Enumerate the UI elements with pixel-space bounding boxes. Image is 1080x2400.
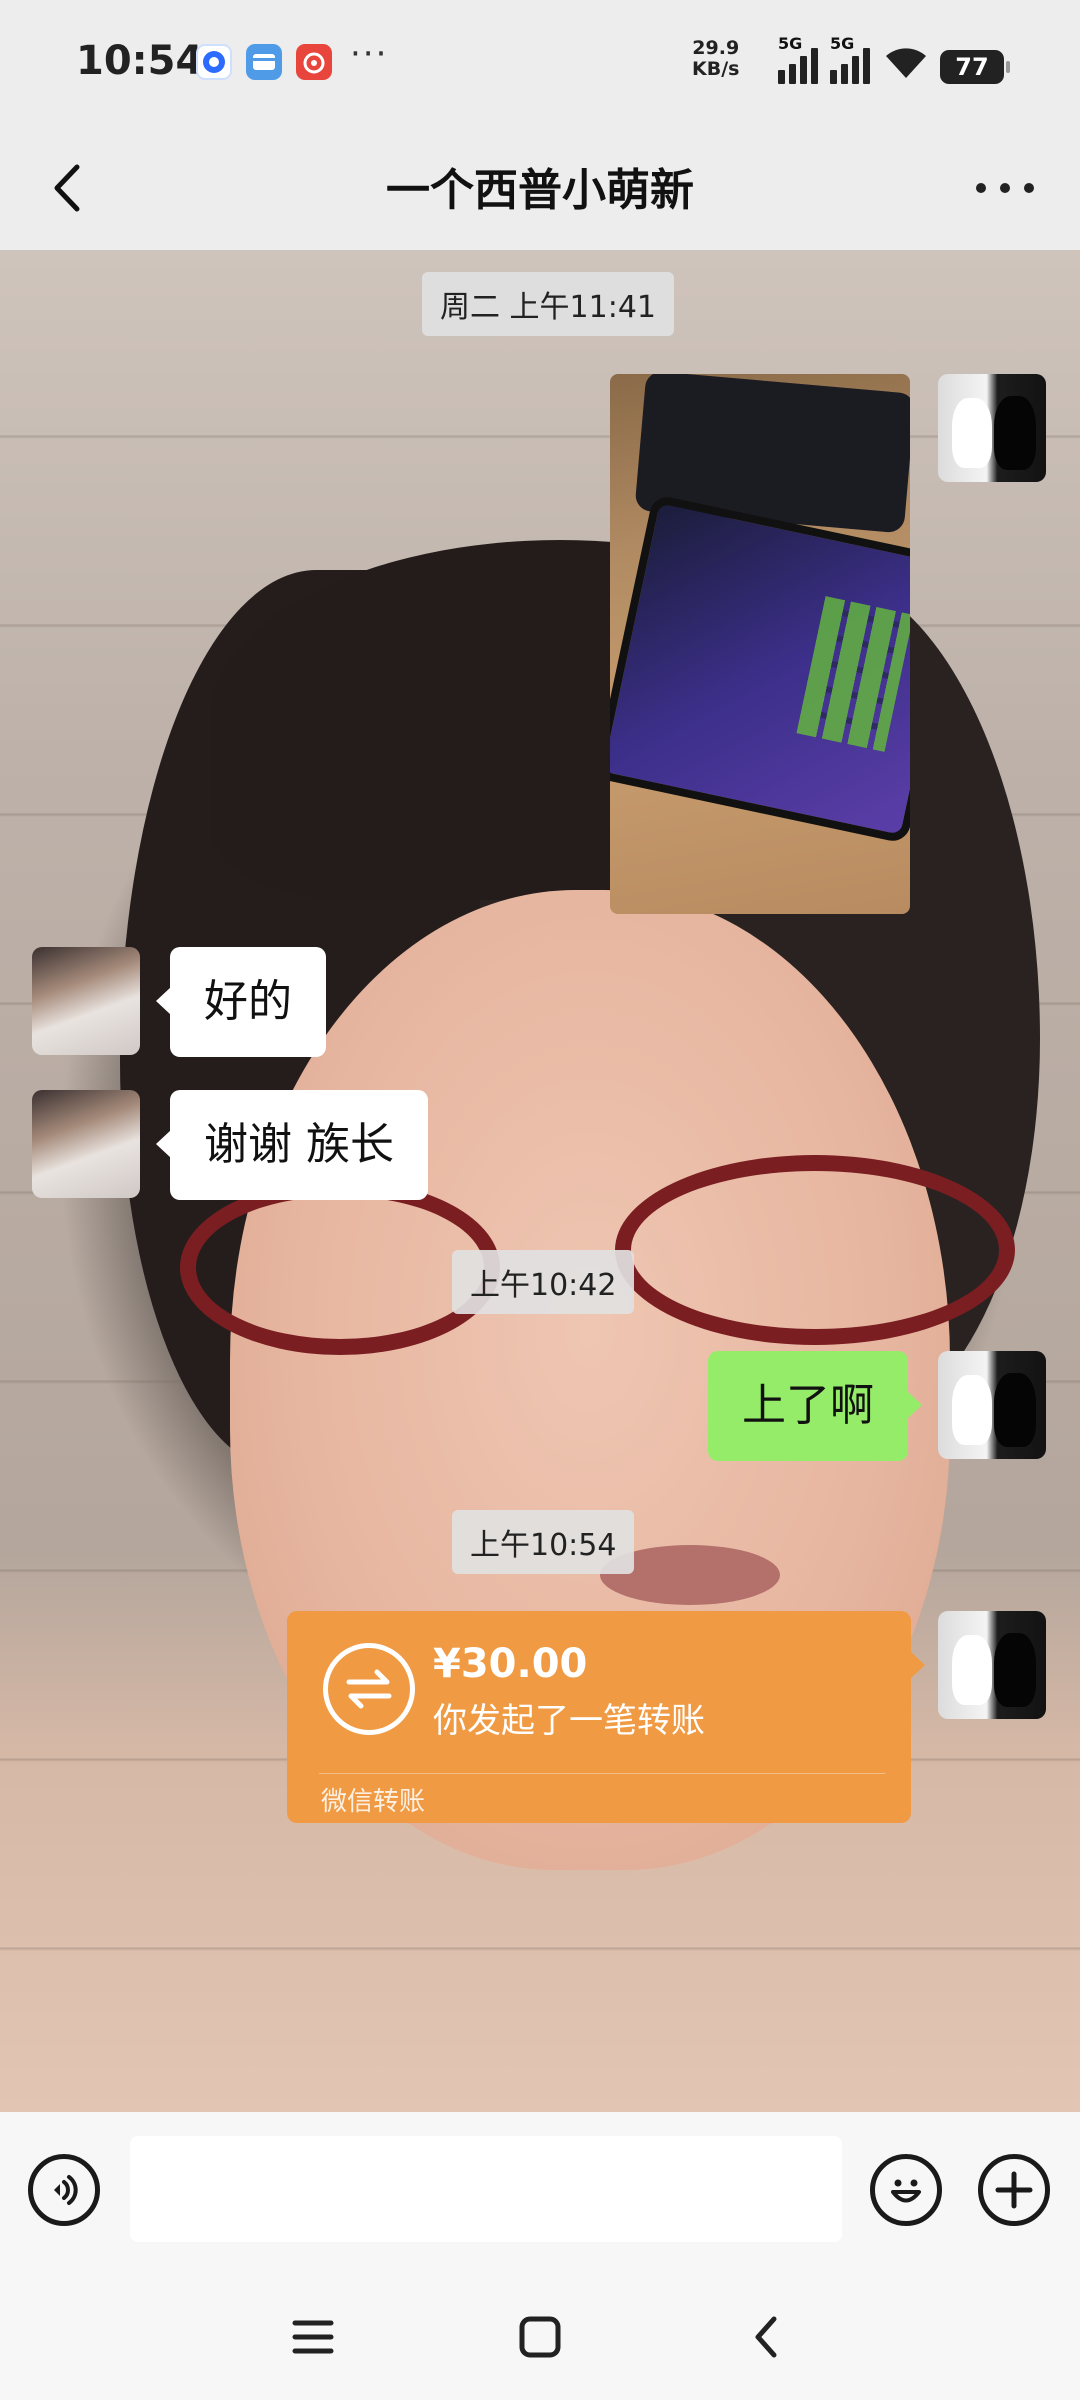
message-timestamp: 上午10:42 — [452, 1250, 635, 1314]
nav-menu-button[interactable] — [278, 2302, 348, 2372]
transfer-arrows-icon — [323, 1643, 415, 1735]
voice-input-button[interactable] — [28, 2154, 100, 2226]
sent-message[interactable]: 上了啊 — [708, 1351, 922, 1461]
white-cat — [952, 1635, 992, 1705]
black-cat — [994, 396, 1036, 470]
status-indicators: 5G 5G 77 — [778, 34, 1010, 84]
white-cat — [952, 1375, 992, 1445]
message-input[interactable] — [130, 2136, 842, 2242]
message-timestamp: 上午10:54 — [452, 1510, 635, 1574]
nav-back-button[interactable] — [730, 2302, 800, 2372]
wifi-icon — [882, 42, 930, 84]
black-cat — [994, 1633, 1036, 1707]
message-text: 好的 — [204, 976, 292, 1027]
more-dot-icon — [1024, 183, 1034, 193]
status-bar: 10:54 ··· 29.9 KB/s 5G 5G 77 — [0, 0, 1080, 126]
menu-icon — [292, 2320, 334, 2354]
transfer-divider — [319, 1773, 885, 1774]
message-timestamp: 周二 上午11:41 — [422, 272, 674, 336]
voice-icon — [54, 2175, 78, 2205]
contact-avatar[interactable] — [32, 947, 140, 1055]
chat-header: 一个西普小萌新 — [0, 126, 1080, 250]
more-dot-icon — [976, 183, 986, 193]
transfer-footer: 微信转账 — [321, 1787, 426, 1817]
transfer-description: 你发起了一笔转账 — [433, 1701, 705, 1741]
transfer-amount: ¥30.00 — [433, 1641, 588, 1687]
chat-background-glasses — [615, 1155, 1015, 1345]
self-avatar[interactable] — [938, 1351, 1046, 1459]
battery-level: 77 — [955, 53, 989, 81]
network-type-1: 5G — [778, 34, 803, 53]
input-bar — [0, 2112, 1080, 2272]
chat-area[interactable]: 周二 上午11:41 好的 谢谢 族长 上午10:42 上了啊 上午10:54 … — [0, 250, 1080, 2112]
more-dot-icon — [1000, 183, 1010, 193]
home-square-icon — [519, 2316, 561, 2358]
network-speed-value: 29.9 — [692, 37, 740, 59]
emoji-button[interactable] — [870, 2154, 942, 2226]
message-text: 谢谢 族长 — [204, 1119, 394, 1170]
card-app-icon — [246, 44, 282, 80]
received-message[interactable]: 谢谢 族长 — [156, 1090, 428, 1200]
red-music-app-icon — [296, 44, 332, 80]
network-type-2: 5G — [830, 34, 855, 53]
smiley-icon — [891, 2179, 921, 2203]
self-avatar[interactable] — [938, 1611, 1046, 1719]
self-avatar[interactable] — [938, 374, 1046, 482]
black-cat — [994, 1373, 1036, 1447]
more-options-button[interactable] — [970, 160, 1040, 216]
chevron-left-icon — [755, 2316, 777, 2358]
blue-circle-app-icon — [196, 44, 232, 80]
message-text: 上了啊 — [742, 1380, 874, 1431]
nav-home-button[interactable] — [505, 2302, 575, 2372]
plus-icon — [995, 2171, 1033, 2209]
network-speed-unit: KB/s — [692, 58, 740, 80]
status-overflow: ··· — [350, 34, 389, 74]
add-more-button[interactable] — [978, 2154, 1050, 2226]
sent-image-message[interactable] — [610, 374, 910, 914]
system-nav-bar — [0, 2272, 1080, 2400]
battery-icon: 77 — [940, 50, 1010, 84]
network-speed: 29.9 KB/s — [692, 38, 739, 80]
chat-title: 一个西普小萌新 — [386, 165, 694, 216]
status-time: 10:54 — [76, 38, 204, 84]
white-cat — [952, 398, 992, 468]
signal-icon-2: 5G — [830, 34, 872, 84]
received-message[interactable]: 好的 — [156, 947, 326, 1057]
transfer-card[interactable]: ¥30.00 你发起了一笔转账 微信转账 — [287, 1611, 925, 1823]
contact-avatar[interactable] — [32, 1090, 140, 1198]
signal-icon-1: 5G — [778, 34, 820, 84]
